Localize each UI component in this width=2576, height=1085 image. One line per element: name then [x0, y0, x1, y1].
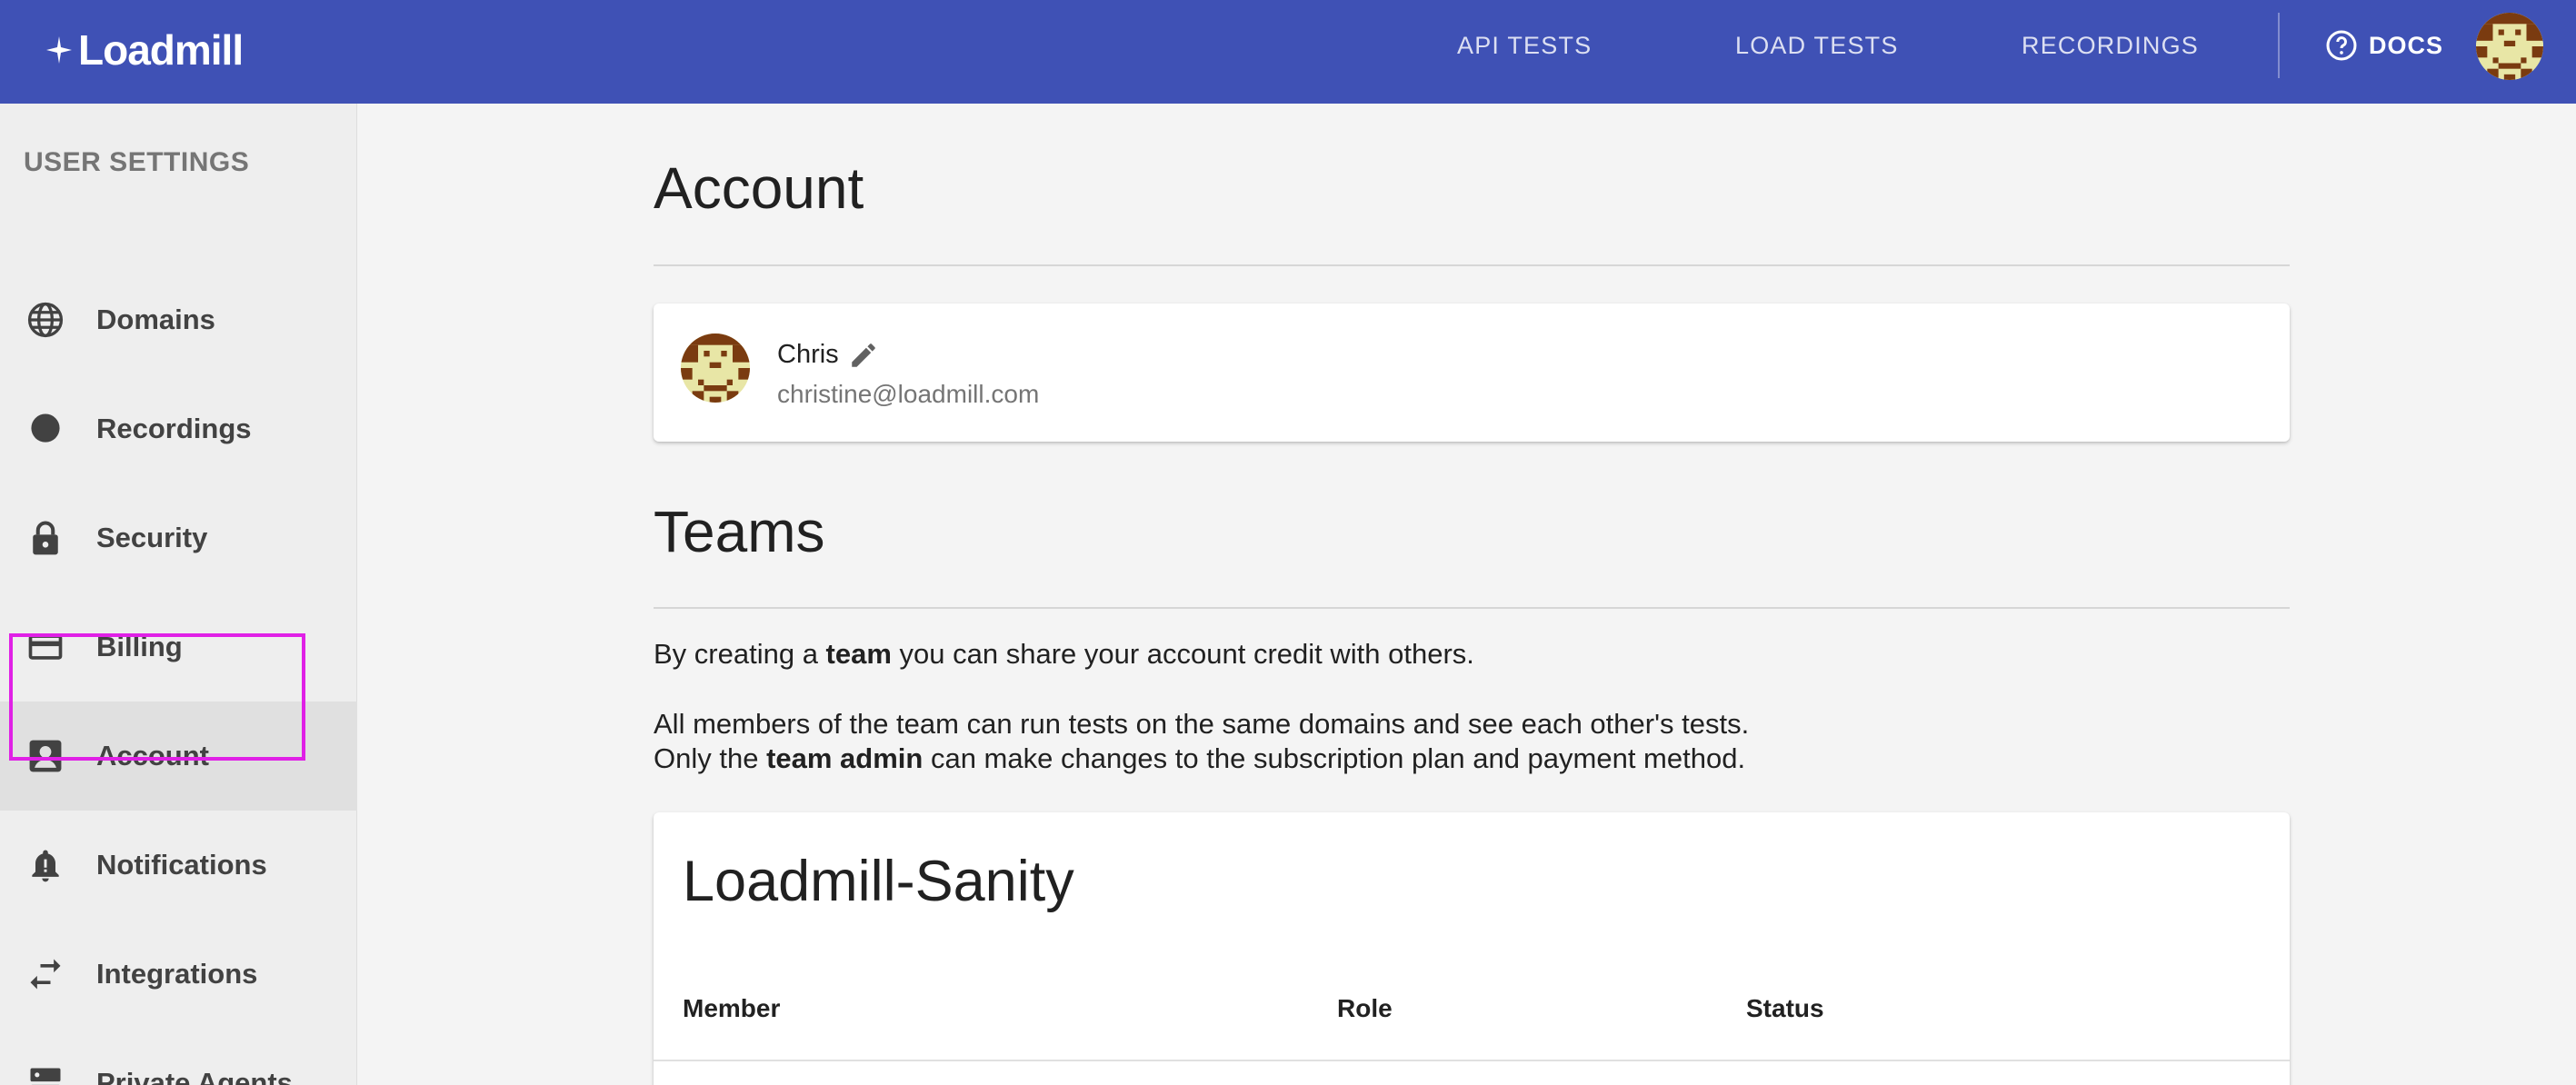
teams-description-2: All members of the team can run tests on…: [654, 708, 1750, 740]
sidebar-item-domains[interactable]: Domains: [0, 265, 357, 374]
sidebar-item-security[interactable]: Security: [0, 483, 357, 592]
avatar: [681, 333, 750, 403]
user-card: Chris christine@loadmill.com: [654, 304, 2290, 442]
account-divider: [654, 264, 2290, 266]
sidebar-item-label: Notifications: [96, 849, 267, 881]
edit-name-icon[interactable]: [848, 340, 879, 371]
teams-divider: [654, 607, 2290, 609]
sidebar-item-label: Recordings: [96, 413, 252, 444]
teams-title: Teams: [654, 499, 825, 564]
nav-api-tests[interactable]: API TESTS: [1457, 0, 1592, 91]
nav-load-tests[interactable]: LOAD TESTS: [1735, 0, 1899, 91]
docs-label: DOCS: [2369, 31, 2444, 59]
sidebar-item-label: Integrations: [96, 958, 258, 990]
pixel-avatar-icon: [2476, 13, 2543, 80]
user-email: christine@loadmill.com: [777, 380, 1040, 408]
user-name: Chris: [777, 340, 839, 369]
sidebar-item-recordings[interactable]: Recordings: [0, 374, 357, 483]
record-dot-icon: [25, 409, 65, 449]
docs-link[interactable]: DOCS: [2325, 27, 2443, 64]
account-title: Account: [654, 155, 864, 221]
user-avatar-menu[interactable]: [2476, 13, 2543, 80]
sidebar-item-label: Security: [96, 522, 208, 553]
team-keyword: team: [825, 638, 892, 670]
logo-text: Loadmill: [78, 26, 244, 74]
bell-icon: [25, 845, 65, 885]
server-icon: [25, 1063, 65, 1085]
column-header-status: Status: [1746, 994, 1824, 1022]
help-circle-icon: [2326, 30, 2357, 61]
team-name: Loadmill-Sanity: [683, 850, 1074, 913]
sidebar-item-notifications[interactable]: Notifications: [0, 811, 357, 920]
teams-description-1: By creating a team you can share your ac…: [654, 638, 1474, 670]
column-header-member: Member: [683, 994, 781, 1022]
column-header-role: Role: [1337, 994, 1393, 1022]
globe-icon: [25, 300, 65, 340]
sidebar-title: USER SETTINGS: [24, 147, 250, 177]
selection-highlight: [9, 633, 305, 761]
teams-description-3: Only the team admin can make changes to …: [654, 742, 1746, 774]
loadmill-logo-icon: [46, 36, 72, 64]
sidebar-item-integrations[interactable]: Integrations: [0, 920, 357, 1029]
team-card: Loadmill-Sanity Member Role Status: [654, 812, 2290, 1085]
nav-divider: [2278, 13, 2280, 78]
table-header-divider: [654, 1060, 2290, 1061]
sidebar-item-private-agents[interactable]: Private Agents: [0, 1029, 357, 1085]
team-admin-keyword: team admin: [766, 742, 924, 774]
nav-recordings[interactable]: RECORDINGS: [2022, 0, 2199, 91]
lock-icon: [25, 518, 65, 558]
pixel-avatar-icon: [681, 333, 750, 403]
top-app-bar: Loadmill API TESTS LOAD TESTS RECORDINGS…: [0, 0, 2576, 104]
settings-sidebar: USER SETTINGS Domains Recordings Securit…: [0, 104, 357, 1085]
loadmill-logo[interactable]: Loadmill: [44, 20, 244, 80]
sidebar-item-label: Private Agents: [96, 1067, 293, 1085]
swap-arrows-icon: [25, 954, 65, 994]
sidebar-item-label: Domains: [96, 304, 215, 335]
